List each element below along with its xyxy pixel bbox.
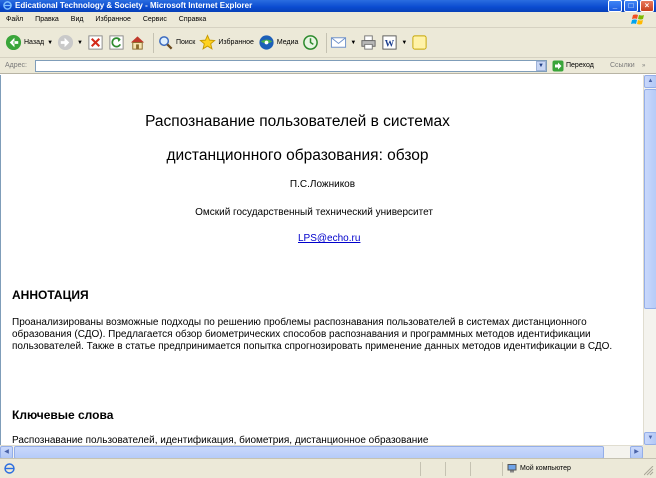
keywords-heading: Ключевые слова <box>12 408 114 422</box>
scroll-down-button[interactable]: ▼ <box>644 432 656 445</box>
address-input[interactable] <box>35 60 547 72</box>
vertical-scrollbar[interactable]: ▲ ▼ <box>643 75 656 445</box>
favorites-label: Избранное <box>218 39 254 46</box>
menu-tools[interactable]: Сервис <box>143 16 167 23</box>
abstract-text: Проанализированы возможные подходы по ре… <box>12 317 613 352</box>
status-divider <box>420 462 421 476</box>
window-title-bar[interactable]: Edicational Technology & Society - Micro… <box>0 0 656 12</box>
address-dropdown-icon[interactable]: ▼ <box>536 61 546 71</box>
menu-view[interactable]: Вид <box>71 16 84 23</box>
windows-logo-icon <box>631 14 644 25</box>
links-chevron-icon[interactable]: » <box>642 58 645 74</box>
mail-dropdown-icon[interactable]: ▼ <box>350 40 356 46</box>
print-button[interactable] <box>360 34 377 51</box>
history-button[interactable] <box>302 34 319 51</box>
stop-button[interactable] <box>87 34 104 51</box>
media-icon <box>259 35 274 50</box>
menu-bar: Файл Правка Вид Избранное Сервис Справка <box>0 12 656 28</box>
status-divider <box>445 462 446 476</box>
media-label: Медиа <box>276 39 299 46</box>
status-divider <box>502 462 503 476</box>
favorites-button[interactable]: Избранное <box>199 34 254 51</box>
messenger-icon <box>412 35 427 50</box>
print-icon <box>361 35 376 50</box>
author-email-link[interactable]: LPS@echo.ru <box>298 233 360 244</box>
address-bar: Адрес: ▼ Переход Ссылки » <box>0 58 656 74</box>
status-divider <box>470 462 471 476</box>
window-controls: _ □ × <box>608 0 654 12</box>
article-title-line-2: дистанционного образования: обзор <box>166 147 429 164</box>
refresh-button[interactable] <box>108 34 125 51</box>
stop-icon <box>88 35 103 50</box>
article-author: П.С.Ложников <box>289 179 356 190</box>
search-icon <box>159 36 173 50</box>
keywords-text: Распознавание пользователей, идентификац… <box>12 435 429 445</box>
abstract-heading: АННОТАЦИЯ <box>12 288 89 302</box>
menu-edit[interactable]: Правка <box>35 16 59 23</box>
close-button[interactable]: × <box>640 0 654 12</box>
status-bar: Мой компьютер <box>0 458 656 478</box>
scroll-up-button[interactable]: ▲ <box>644 75 656 88</box>
refresh-icon <box>109 35 124 50</box>
svg-text:W: W <box>385 39 395 49</box>
home-icon <box>130 36 145 50</box>
links-button[interactable]: Ссылки <box>610 58 635 74</box>
forward-button[interactable]: ▼ <box>57 34 83 51</box>
media-button[interactable]: Медиа <box>258 34 299 51</box>
scrollbar-corner <box>643 445 656 458</box>
horizontal-scrollbar[interactable]: ◀ ▶ <box>0 445 643 459</box>
toolbar-separator <box>326 32 328 53</box>
back-dropdown-icon[interactable]: ▼ <box>47 40 53 46</box>
home-button[interactable] <box>129 34 146 51</box>
search-button[interactable]: Поиск <box>157 34 195 51</box>
vertical-scroll-thumb[interactable] <box>644 89 656 309</box>
favorites-star-icon <box>199 34 217 50</box>
address-label: Адрес: <box>5 62 27 69</box>
ie-logo-icon <box>3 1 12 10</box>
my-computer-icon <box>507 464 517 473</box>
toolbar-separator <box>152 32 154 53</box>
word-edit-icon: W <box>382 35 397 50</box>
search-label: Поиск <box>175 39 196 46</box>
mail-icon <box>331 37 347 48</box>
edit-dropdown-icon[interactable]: ▼ <box>401 40 407 46</box>
menu-favorites[interactable]: Избранное <box>95 16 130 23</box>
security-zone: Мой компьютер <box>520 465 571 472</box>
maximize-button[interactable]: □ <box>624 0 638 12</box>
menu-help[interactable]: Справка <box>179 16 206 23</box>
standard-toolbar: Назад ▼ ▼ Поиск Избранное Медиа ▼ W ▼ <box>0 28 656 58</box>
page-content[interactable]: Распознавание пользователей в системах д… <box>0 75 643 445</box>
resize-grip-icon[interactable] <box>644 466 654 476</box>
messenger-button[interactable] <box>411 34 428 51</box>
page-icon <box>4 463 15 474</box>
forward-dropdown-icon[interactable]: ▼ <box>77 40 83 46</box>
back-button[interactable]: Назад ▼ <box>5 34 53 51</box>
article-affiliation: Омский государственный технический униве… <box>195 207 433 218</box>
back-label: Назад <box>24 39 45 46</box>
minimize-button[interactable]: _ <box>608 0 622 12</box>
menu-file[interactable]: Файл <box>6 16 23 23</box>
article-title-line-1: Распознавание пользователей в системах <box>145 113 450 130</box>
go-button[interactable]: Переход <box>566 58 594 74</box>
back-arrow-icon <box>5 34 22 51</box>
forward-arrow-icon <box>57 34 74 51</box>
go-arrow-icon[interactable] <box>552 60 564 72</box>
window-title: Edicational Technology & Society - Micro… <box>15 1 253 10</box>
mail-button[interactable]: ▼ <box>330 34 356 51</box>
history-icon <box>303 35 319 50</box>
edit-button[interactable]: W ▼ <box>381 34 407 51</box>
